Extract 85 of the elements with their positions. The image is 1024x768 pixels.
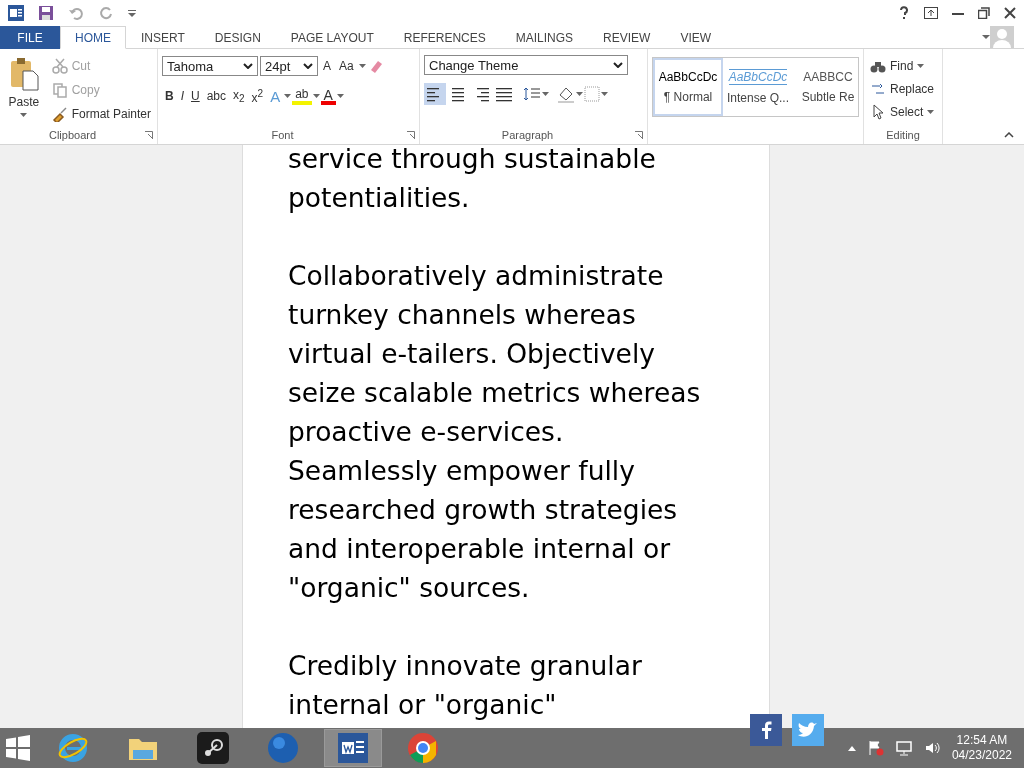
taskbar-button[interactable] <box>324 729 382 767</box>
style-item[interactable]: AABBCC Subtle Re <box>793 58 858 116</box>
windows-icon[interactable] <box>4 734 32 762</box>
line-spacing-icon[interactable] <box>523 85 541 103</box>
caret-icon <box>284 94 292 98</box>
word-icon[interactable] <box>338 733 368 763</box>
highlight-button[interactable]: ab <box>292 87 312 105</box>
group-label: Font <box>271 128 294 143</box>
group-label: Clipboard <box>48 128 97 143</box>
ribbon-tab[interactable]: MAILINGS <box>500 26 589 49</box>
select-button[interactable]: Select <box>868 101 937 123</box>
clipboard-icon <box>8 57 39 91</box>
copy-icon <box>51 82 68 98</box>
scissors-icon <box>51 58 68 74</box>
group-label: Editing <box>886 128 920 143</box>
format-button[interactable]: U <box>188 85 203 107</box>
caret-icon <box>917 64 925 68</box>
replace-icon <box>870 81 886 97</box>
theme-dropdown[interactable]: Change Theme <box>424 55 628 75</box>
brush-icon <box>51 106 68 122</box>
group-label: Paragraph <box>501 128 554 143</box>
format-button[interactable]: abc <box>203 85 230 107</box>
caret-icon <box>601 92 608 96</box>
chrome-icon[interactable] <box>407 732 439 764</box>
paragraph: Collaboratively administrate turnkey channels whereas virtual e-tailers. Objectively seize scalable metrics whereas proactive e-services. Seamlessly empower fully researched growth strategies and interoperable internal or "organic" sources. <box>288 259 702 605</box>
ribbon-display-icon[interactable] <box>924 7 938 19</box>
format-button[interactable]: x$^{2}$ <box>248 85 267 107</box>
caret-icon <box>312 94 320 98</box>
caret-icon <box>20 113 28 117</box>
format-button[interactable]: x$_{2}$ <box>230 85 248 107</box>
font-size-dropdown[interactable]: 24pt <box>260 56 318 76</box>
save-icon[interactable] <box>38 5 54 21</box>
shading-icon[interactable] <box>557 85 575 103</box>
cursor-icon <box>870 104 886 120</box>
format-button[interactable]: B <box>162 85 177 107</box>
collapse-icon[interactable] <box>1004 132 1014 138</box>
word-icon[interactable] <box>8 5 24 21</box>
launcher-icon[interactable] <box>145 131 153 139</box>
change-case-button[interactable]: Aa <box>336 55 357 77</box>
style-item[interactable]: AaBbCcDc ¶ Normal <box>653 58 723 116</box>
replace-button[interactable]: Replace <box>868 78 937 100</box>
bird-icon <box>798 722 818 738</box>
clock-date: 04/23/2022 <box>951 748 1012 763</box>
font-name-dropdown[interactable]: Tahoma <box>162 56 258 76</box>
ribbon-tab[interactable]: REVIEW <box>588 26 666 49</box>
format-painter-button[interactable]: Format Painter <box>49 103 153 125</box>
grow-font-button[interactable]: A <box>320 55 334 77</box>
steam-icon[interactable] <box>197 732 229 764</box>
chevron-icon <box>613 62 623 68</box>
caret-icon <box>336 94 344 98</box>
network-icon[interactable] <box>895 740 912 756</box>
close-icon[interactable] <box>1004 7 1016 19</box>
paragraph: service through sustainable potentialities. <box>288 145 657 215</box>
paste-button[interactable]: Paste <box>4 55 44 126</box>
ribbon-tab[interactable]: PAGE LAYOUT <box>275 26 389 49</box>
launcher-icon[interactable] <box>407 131 415 139</box>
clock-time: 12:54 AM <box>956 733 1008 748</box>
find-button[interactable]: Find <box>868 55 937 77</box>
caret-icon <box>542 92 549 96</box>
ribbon-tab[interactable]: REFERENCES <box>388 26 501 49</box>
browser-e-icon[interactable] <box>57 732 89 764</box>
ribbon-tab[interactable]: HOME <box>60 26 126 49</box>
caret-icon <box>576 92 583 96</box>
chevron-icon <box>303 63 313 69</box>
ribbon-tab[interactable]: INSERT <box>126 26 200 49</box>
f-logo-icon <box>760 721 772 739</box>
style-item[interactable]: AaBbCcDc Intense Q... <box>723 58 793 116</box>
ribbon-tab[interactable]: VIEW <box>665 26 727 49</box>
launcher-icon[interactable] <box>635 131 643 139</box>
chevron-icon <box>243 63 253 69</box>
font-color-button[interactable]: A <box>320 87 336 105</box>
caret-icon <box>358 64 366 68</box>
tray-arrow-icon[interactable] <box>847 745 856 751</box>
flag-icon[interactable] <box>867 740 884 756</box>
customize-icon[interactable] <box>128 9 136 17</box>
facebook-icon[interactable] <box>750 714 782 746</box>
caret-icon <box>927 110 935 114</box>
volume-icon[interactable] <box>923 740 940 756</box>
ribbon-tab[interactable]: FILE <box>0 26 60 49</box>
format-button[interactable]: I <box>177 85 187 107</box>
help-icon[interactable] <box>898 6 910 20</box>
restore-icon[interactable] <box>978 7 990 19</box>
ribbon-tab[interactable]: DESIGN <box>199 26 276 49</box>
paragraph: Credibly innovate granular internal or "organic" <box>288 649 643 722</box>
align-button[interactable] <box>424 83 446 105</box>
